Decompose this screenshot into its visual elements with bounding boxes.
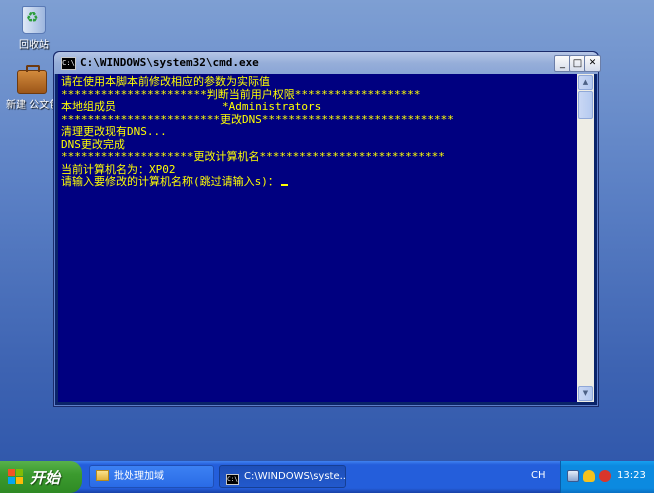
text-cursor [280, 184, 288, 186]
folder-icon [96, 470, 109, 481]
console-line: ********************更改计算机名**************… [61, 150, 445, 163]
scroll-down-button[interactable]: ▼ [578, 386, 593, 401]
system-tray: 13:23 [560, 461, 654, 493]
desktop-icon-recycle-bin[interactable]: 回收站 [4, 4, 64, 51]
taskbar: 开始 批处理加域 C:\ C:\WINDOWS\syste... CH 13:23 [0, 461, 654, 493]
security-shield-icon[interactable] [583, 470, 595, 482]
console-prompt-line[interactable]: 请输入要修改的计算机名称(跳过请输入s)： [61, 175, 577, 189]
window-titlebar[interactable]: C:\ C:\WINDOWS\system32\cmd.exe _ □ ✕ [54, 52, 601, 74]
recycle-bin-icon [22, 6, 46, 34]
window-title: C:\WINDOWS\system32\cmd.exe [80, 56, 259, 69]
desktop-icon-label: 回收站 [19, 40, 49, 51]
cmd-window: C:\ C:\WINDOWS\system32\cmd.exe _ □ ✕ 请在… [53, 51, 601, 407]
language-indicator[interactable]: CH [531, 470, 546, 481]
taskbar-button-label: C:\WINDOWS\syste... [244, 471, 346, 482]
console-line: 清理更改现有DNS... [61, 125, 167, 138]
windows-logo-icon [8, 469, 24, 485]
briefcase-icon [17, 65, 47, 94]
taskbar-button-label: 批处理加域 [114, 471, 164, 482]
close-button[interactable]: ✕ [584, 55, 601, 72]
alert-icon[interactable] [599, 470, 611, 482]
cmd-icon: C:\ [226, 474, 239, 485]
scroll-thumb[interactable] [578, 91, 593, 119]
console-prompt: 请输入要修改的计算机名称(跳过请输入s)： [61, 175, 279, 188]
start-button[interactable]: 开始 [0, 461, 82, 493]
vertical-scrollbar[interactable]: ▲ ▼ [577, 74, 594, 402]
console-line: 本地组成员 *Administrators [61, 100, 322, 113]
taskbar-button-cmd[interactable]: C:\ C:\WINDOWS\syste... [219, 465, 346, 488]
taskbar-button-folder[interactable]: 批处理加域 [89, 465, 214, 488]
start-label: 开始 [30, 469, 61, 487]
console-output[interactable]: 请在使用本脚本前修改相应的参数为实际值 ********************… [58, 74, 577, 402]
cmd-icon[interactable]: C:\ [61, 57, 76, 70]
clock[interactable]: 13:23 [617, 470, 646, 481]
network-icon[interactable] [567, 470, 579, 482]
scroll-up-button[interactable]: ▲ [578, 75, 593, 90]
console-line: 请在使用本脚本前修改相应的参数为实际值 [61, 75, 270, 88]
